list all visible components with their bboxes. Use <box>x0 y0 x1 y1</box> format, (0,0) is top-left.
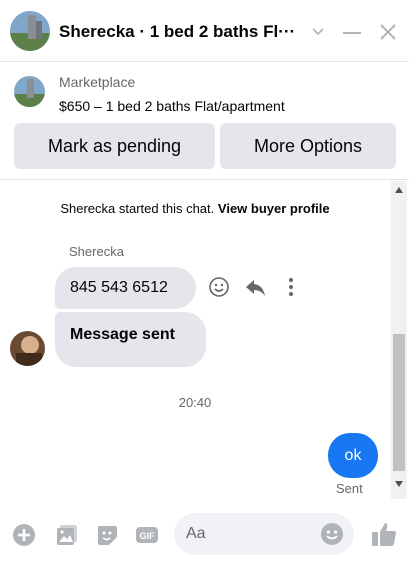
chat-started-notice: Sherecka started this chat. View buyer p… <box>0 201 390 216</box>
chat-scrollbar[interactable] <box>391 181 407 499</box>
react-emoji-icon[interactable] <box>208 276 230 298</box>
listing-thumbnail[interactable] <box>14 76 45 107</box>
mark-as-pending-button[interactable]: Mark as pending <box>14 123 215 169</box>
chat-started-text: Sherecka started this chat. <box>60 201 215 216</box>
listing-panel: Marketplace $650 – 1 bed 2 baths Flat/ap… <box>0 62 409 180</box>
emoji-icon[interactable] <box>320 522 344 546</box>
listing-source: Marketplace <box>59 74 136 90</box>
sent-status: Sent <box>336 481 363 496</box>
scroll-down-arrow-icon[interactable] <box>395 481 403 487</box>
sender-avatar[interactable] <box>10 331 45 366</box>
listing-description[interactable]: $650 – 1 bed 2 baths Flat/apartment <box>59 98 285 114</box>
minimize-icon[interactable] <box>343 32 361 34</box>
more-options-button[interactable]: More Options <box>220 123 396 169</box>
message-bubble[interactable]: Message sent <box>55 312 206 367</box>
gallery-icon[interactable] <box>55 523 79 547</box>
chat-header: Sherecka · 1 bed 2 baths Fl··· <box>0 0 409 62</box>
thumbs-up-icon[interactable] <box>370 520 398 548</box>
message-timestamp: 20:40 <box>178 395 212 410</box>
reply-icon[interactable] <box>244 276 266 298</box>
plus-icon[interactable] <box>12 523 36 547</box>
view-buyer-profile-link[interactable]: View buyer profile <box>218 201 330 216</box>
scrollbar-thumb[interactable] <box>393 334 405 471</box>
my-message-bubble[interactable]: ok <box>328 433 378 478</box>
svg-text:GIF: GIF <box>140 531 156 541</box>
message-composer: GIF <box>0 499 409 567</box>
contact-avatar[interactable] <box>10 11 50 51</box>
close-icon[interactable] <box>378 22 398 42</box>
chevron-down-icon[interactable] <box>311 24 325 38</box>
gif-icon[interactable]: GIF <box>135 523 159 547</box>
sender-name: Sherecka <box>69 244 124 259</box>
more-actions-icon[interactable] <box>280 276 302 298</box>
scroll-up-arrow-icon[interactable] <box>395 187 403 193</box>
chat-title[interactable]: Sherecka · 1 bed 2 baths Fl··· <box>59 22 304 42</box>
message-bubble[interactable]: 845 543 6512 <box>55 267 196 309</box>
message-thread: Sherecka started this chat. View buyer p… <box>0 181 409 499</box>
sticker-icon[interactable] <box>95 523 119 547</box>
